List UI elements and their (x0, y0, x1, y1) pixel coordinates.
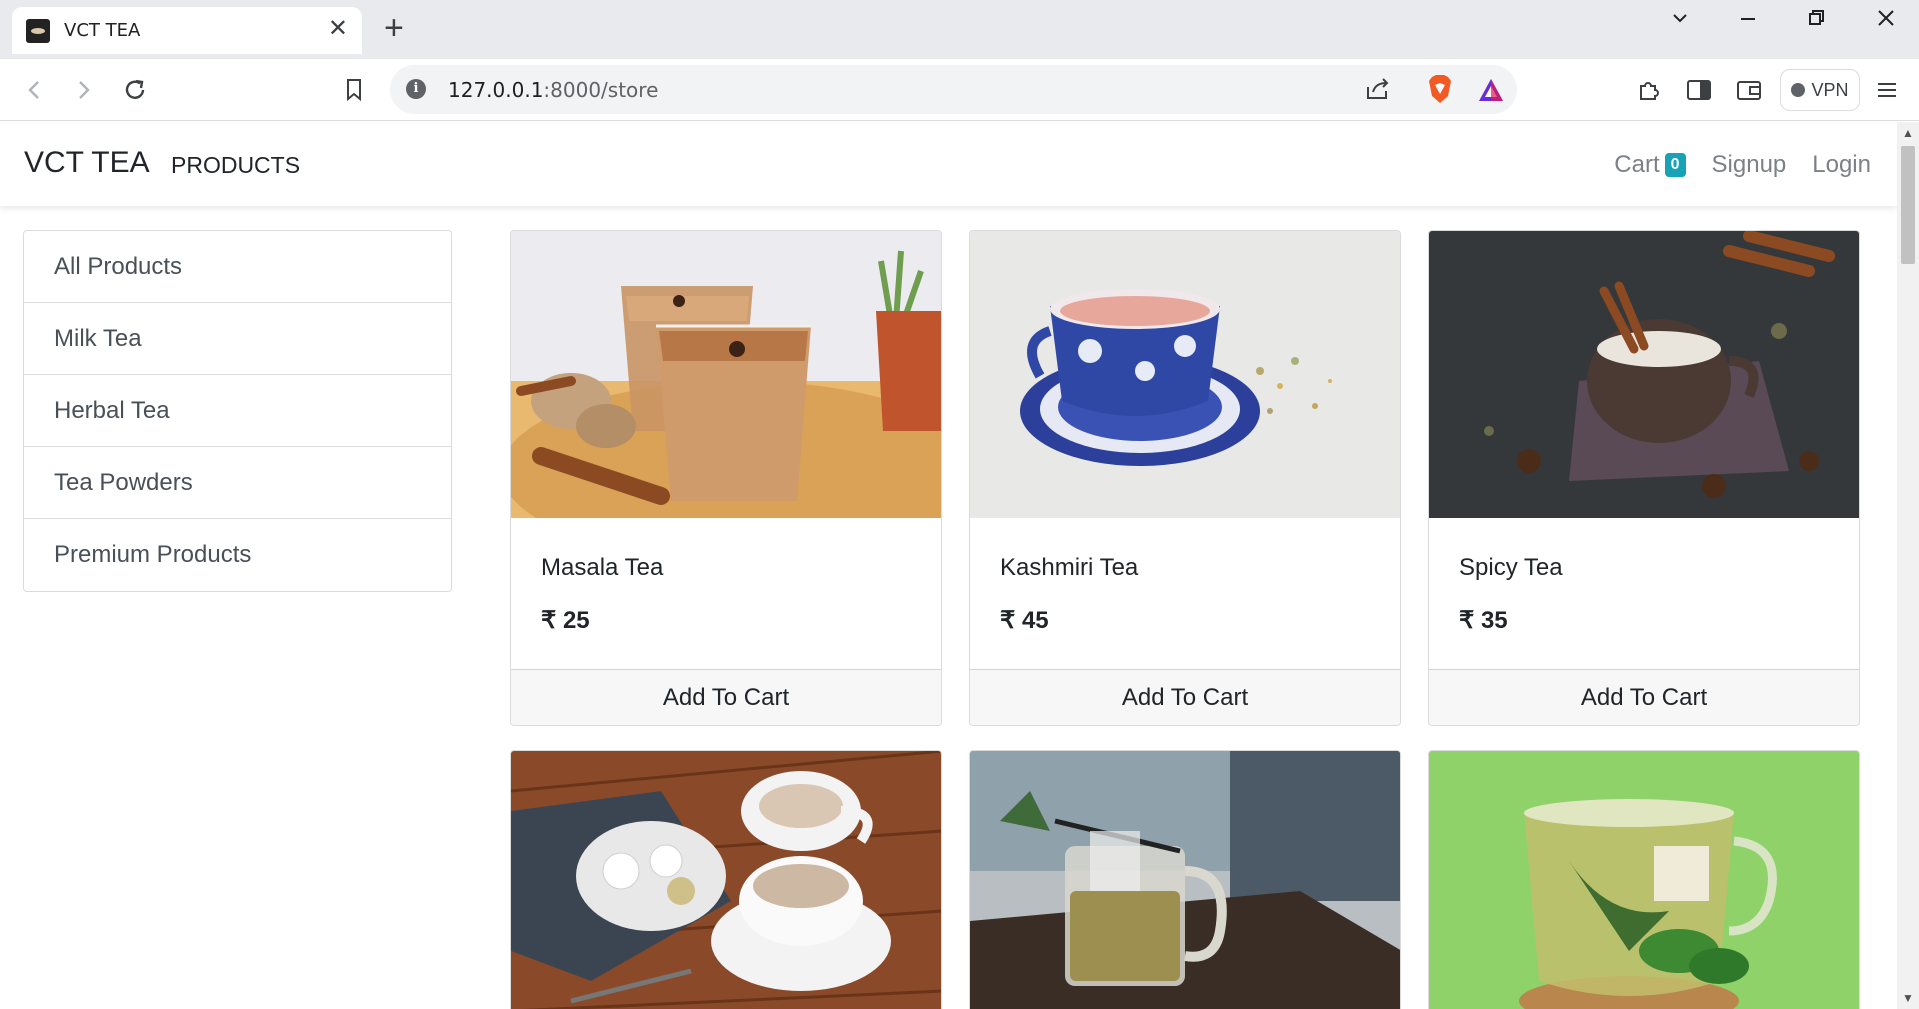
product-card-body: Masala Tea ₹ 25 (511, 518, 941, 669)
new-tab-button[interactable]: + (384, 10, 404, 46)
product-card-body: Kashmiri Tea ₹ 45 (970, 518, 1400, 669)
brave-rewards-icon[interactable] (1477, 77, 1505, 108)
close-window-button[interactable] (1866, 8, 1906, 34)
product-image[interactable] (970, 231, 1400, 518)
url-path: :8000/store (543, 78, 659, 102)
product-image[interactable] (970, 751, 1400, 1009)
site-navbar: VCT TEA PRODUCTS Cart 0 Signup Login (0, 122, 1897, 206)
category-milk-tea[interactable]: Milk Tea (24, 303, 451, 375)
category-all-products[interactable]: All Products (24, 231, 451, 303)
site-favicon-icon (26, 18, 50, 43)
close-tab-icon[interactable]: ✕ (328, 17, 348, 41)
product-price: ₹ 45 (1000, 607, 1049, 634)
product-card (969, 750, 1401, 1009)
product-name: Masala Tea (541, 554, 664, 581)
vpn-button[interactable]: VPN (1780, 69, 1860, 111)
product-card: Masala Tea ₹ 25 Add To Cart (510, 230, 942, 726)
vpn-status-icon (1791, 83, 1806, 97)
store-page: VCT TEA PRODUCTS Cart 0 Signup Login All… (0, 122, 1897, 1009)
cart-link[interactable]: Cart 0 (1614, 151, 1686, 179)
brand-logo[interactable]: VCT TEA (24, 146, 150, 180)
product-card-body: Spicy Tea ₹ 35 (1429, 518, 1859, 669)
sidebar-toggle-icon[interactable] (1680, 71, 1718, 109)
wallet-icon[interactable] (1730, 71, 1768, 109)
scroll-down-arrow-icon[interactable]: ▼ (1902, 991, 1914, 1005)
forward-button[interactable] (64, 71, 102, 109)
product-card (510, 750, 942, 1009)
category-list: All Products Milk Tea Herbal Tea Tea Pow… (23, 230, 452, 592)
cart-count-badge: 0 (1664, 153, 1686, 177)
product-price: ₹ 25 (541, 607, 590, 634)
product-card (1428, 750, 1860, 1009)
minimize-button[interactable] (1728, 8, 1768, 34)
site-info-icon[interactable]: i (406, 79, 426, 99)
add-to-cart-button[interactable]: Add To Cart (511, 669, 941, 725)
product-name: Kashmiri Tea (1000, 554, 1139, 581)
brave-shields-icon[interactable] (1427, 74, 1453, 109)
product-image[interactable] (511, 751, 941, 1009)
reload-button[interactable] (116, 71, 154, 109)
address-bar[interactable]: i 127.0.0.1:8000/store (390, 65, 1517, 114)
extensions-icon[interactable] (1630, 71, 1668, 109)
browser-tab-strip: VCT TEA ✕ + (0, 0, 1919, 59)
back-button[interactable] (16, 71, 54, 109)
add-to-cart-button[interactable]: Add To Cart (1429, 669, 1859, 725)
url-text[interactable]: 127.0.0.1:8000/store (448, 78, 658, 102)
url-host: 127.0.0.1 (448, 78, 544, 102)
product-image[interactable] (1429, 751, 1859, 1009)
bookmark-icon[interactable] (335, 71, 373, 109)
restore-button[interactable] (1796, 8, 1836, 34)
product-image[interactable] (511, 231, 941, 518)
browser-toolbar: i 127.0.0.1:8000/store VPN (0, 59, 1919, 121)
category-tea-powders[interactable]: Tea Powders (24, 447, 451, 519)
product-card: Kashmiri Tea ₹ 45 Add To Cart (969, 230, 1401, 726)
tab-search-chevron-icon[interactable] (1660, 8, 1700, 34)
cart-label: Cart (1614, 151, 1660, 178)
product-image[interactable] (1429, 231, 1859, 518)
vpn-label: VPN (1811, 79, 1849, 100)
browser-tab[interactable]: VCT TEA ✕ (12, 7, 362, 54)
nav-right-links: Cart 0 Signup Login (1614, 151, 1897, 179)
product-price: ₹ 35 (1459, 607, 1508, 634)
tab-title: VCT TEA (64, 20, 141, 41)
login-link[interactable]: Login (1812, 151, 1871, 179)
scroll-up-arrow-icon[interactable]: ▲ (1902, 126, 1914, 140)
product-card: Spicy Tea ₹ 35 Add To Cart (1428, 230, 1860, 726)
nav-products-link[interactable]: PRODUCTS (171, 152, 300, 179)
category-herbal-tea[interactable]: Herbal Tea (24, 375, 451, 447)
signup-link[interactable]: Signup (1712, 151, 1787, 179)
share-icon[interactable] (1365, 77, 1391, 106)
add-to-cart-button[interactable]: Add To Cart (970, 669, 1400, 725)
category-premium-products[interactable]: Premium Products (24, 519, 451, 591)
page-scrollbar[interactable]: ▲ ▼ (1897, 122, 1919, 1009)
scrollbar-thumb[interactable] (1901, 146, 1915, 264)
product-name: Spicy Tea (1459, 554, 1563, 581)
menu-icon[interactable] (1868, 71, 1906, 109)
